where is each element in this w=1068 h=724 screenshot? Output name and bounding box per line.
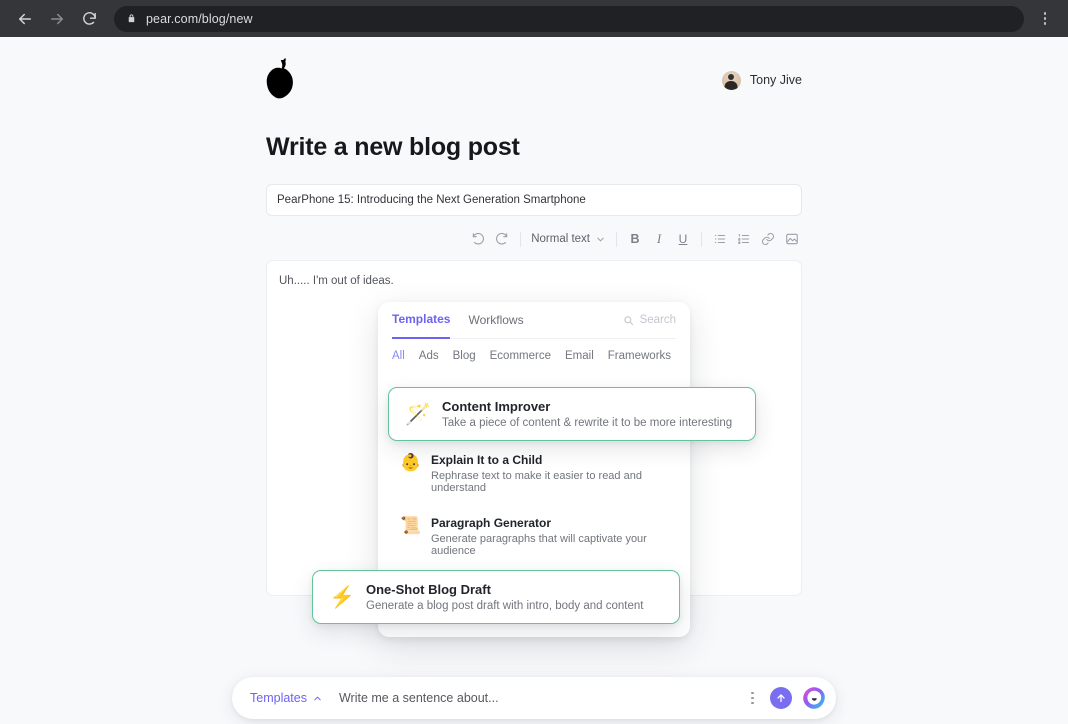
prompt-input[interactable]: Write me a sentence about... xyxy=(339,691,735,705)
magic-wand-icon: 🪄 xyxy=(405,402,432,426)
page-title: Write a new blog post xyxy=(266,133,520,161)
italic-label: I xyxy=(656,231,662,246)
numbered-list-icon xyxy=(738,234,750,244)
pear-logo-icon xyxy=(266,58,293,99)
lightning-bolt-icon: ⚡ xyxy=(329,585,356,609)
toolbar-divider-3 xyxy=(701,231,702,247)
browser-forward-button[interactable] xyxy=(42,4,72,34)
chevron-up-icon xyxy=(314,696,321,700)
tab-workflows[interactable]: Workflows xyxy=(468,302,523,339)
bold-label: B xyxy=(630,232,640,246)
editor-body-text: Uh..... I'm out of ideas. xyxy=(279,275,394,287)
avatar xyxy=(721,70,741,90)
insert-link-button[interactable] xyxy=(758,229,778,249)
reload-icon xyxy=(82,12,96,25)
toolbar-divider-2 xyxy=(616,231,617,247)
templates-toggle-label: Templates xyxy=(250,691,307,705)
template-name: Explain It to a Child xyxy=(431,453,543,467)
category-chip-email[interactable]: Email xyxy=(565,350,594,362)
template-description: Take a piece of content & rewrite it to … xyxy=(442,417,733,429)
scroll-icon: 📜 xyxy=(400,516,422,535)
panel-search-input[interactable]: Search xyxy=(623,314,676,326)
insert-image-button[interactable] xyxy=(782,229,802,249)
assistant-blob-icon[interactable] xyxy=(802,686,826,710)
bullet-list-icon xyxy=(714,234,726,244)
page-body: Tony Jive Write a new blog post PearPhon… xyxy=(0,37,1068,724)
category-chip-ecommerce[interactable]: Ecommerce xyxy=(490,350,551,362)
browser-toolbar: pear.com/blog/new xyxy=(0,0,1068,37)
category-chip-blog[interactable]: Blog xyxy=(453,350,476,362)
underline-label: U xyxy=(678,232,688,246)
post-title-input[interactable]: PearPhone 15: Introducing the Next Gener… xyxy=(266,184,802,216)
panel-search-placeholder: Search xyxy=(639,314,676,326)
kebab-menu-icon xyxy=(1043,12,1047,15)
list-item[interactable]: 📜 Paragraph Generator Generate paragraph… xyxy=(392,505,676,568)
browser-reload-button[interactable] xyxy=(74,4,104,34)
prompt-input-placeholder: Write me a sentence about... xyxy=(338,691,499,705)
undo-icon xyxy=(472,232,485,245)
redo-icon xyxy=(496,232,508,245)
post-title-value: PearPhone 15: Introducing the Next Gener… xyxy=(277,194,586,206)
undo-button[interactable] xyxy=(468,229,488,249)
text-style-label: Normal text xyxy=(531,233,590,245)
template-name: Paragraph Generator xyxy=(431,516,552,530)
site-header: Tony Jive xyxy=(266,37,802,109)
send-button[interactable] xyxy=(770,687,792,709)
template-description: Generate paragraphs that will captivate … xyxy=(431,533,647,557)
list-item[interactable]: 👶 Explain It to a Child Rephrase text to… xyxy=(392,442,676,505)
back-arrow-icon xyxy=(19,13,31,24)
link-icon xyxy=(761,232,775,246)
template-name: Content Improver xyxy=(442,399,551,414)
baby-icon: 👶 xyxy=(400,453,422,472)
template-card-one-shot-blog-draft[interactable]: ⚡ One-Shot Blog Draft Generate a blog po… xyxy=(312,570,680,624)
toolbar-divider-1 xyxy=(520,231,522,247)
template-description: Generate a blog post draft with intro, b… xyxy=(366,600,644,612)
tab-templates[interactable]: Templates xyxy=(392,302,451,339)
user-chip[interactable]: Tony Jive xyxy=(721,70,802,90)
templates-toggle-button[interactable]: Templates xyxy=(244,687,329,709)
user-name: Tony Jive xyxy=(749,73,802,87)
prompt-bar: Templates Write me a sentence about... xyxy=(232,677,836,719)
category-chip-frameworks[interactable]: Frameworks xyxy=(608,350,671,362)
forward-arrow-icon xyxy=(51,13,63,24)
text-style-dropdown[interactable]: Normal text xyxy=(529,233,608,245)
browser-back-button[interactable] xyxy=(10,4,40,34)
browser-menu-button[interactable] xyxy=(1032,4,1058,34)
chevron-down-icon xyxy=(597,237,604,241)
editor-toolbar: Normal text B I U xyxy=(266,226,802,252)
numbered-list-button[interactable] xyxy=(734,229,754,249)
redo-button[interactable] xyxy=(492,229,512,249)
category-chip-ads[interactable]: Ads xyxy=(419,350,439,362)
address-bar[interactable]: pear.com/blog/new xyxy=(114,5,1024,32)
prompt-menu-button[interactable] xyxy=(745,688,760,709)
arrow-up-icon xyxy=(777,694,785,703)
bullet-list-button[interactable] xyxy=(710,229,730,249)
template-description: Rephrase text to make it easier to read … xyxy=(431,470,642,494)
underline-button[interactable]: U xyxy=(673,229,693,249)
category-chip-all[interactable]: All xyxy=(392,350,405,362)
search-icon xyxy=(623,315,633,325)
address-bar-url: pear.com/blog/new xyxy=(146,11,253,26)
template-name: One-Shot Blog Draft xyxy=(366,582,491,597)
bold-button[interactable]: B xyxy=(625,229,645,249)
panel-tab-bar: Templates Workflows Search xyxy=(392,302,676,339)
template-card-content-improver[interactable]: 🪄 Content Improver Take a piece of conte… xyxy=(388,387,756,441)
italic-button[interactable]: I xyxy=(649,229,669,249)
kebab-menu-icon xyxy=(751,691,754,695)
image-icon xyxy=(786,233,798,245)
category-chip-row: All Ads Blog Ecommerce Email Frameworks xyxy=(392,339,676,373)
lock-icon xyxy=(128,14,135,23)
